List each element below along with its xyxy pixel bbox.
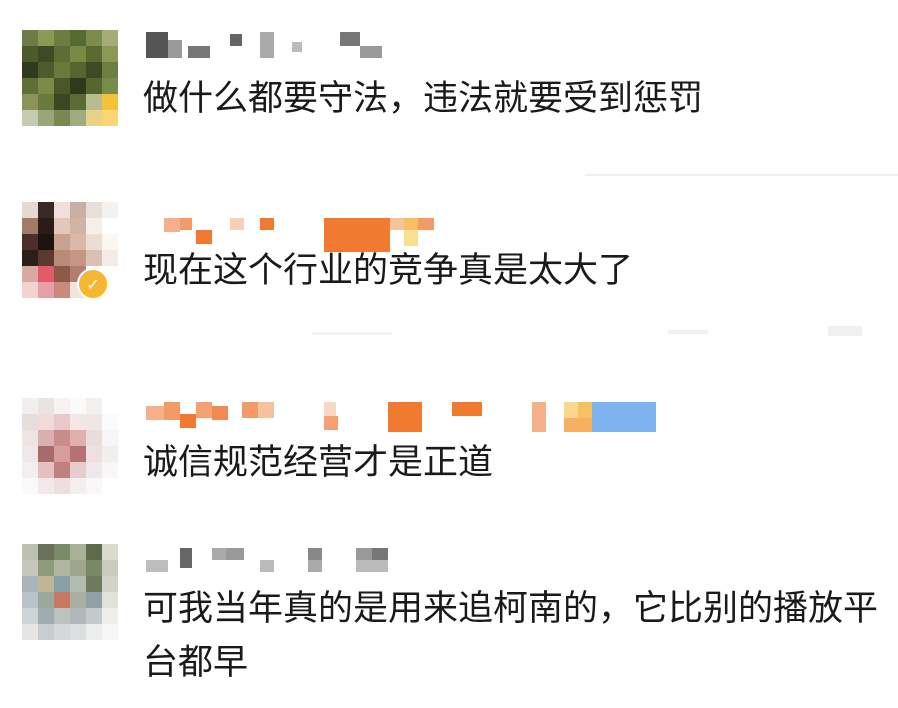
comment-text: 做什么都要守法，违法就要受到惩罚 [143,79,704,119]
divider [668,330,708,334]
avatar[interactable] [22,544,118,640]
verified-badge-icon: ✓ [77,268,109,300]
divider [312,332,392,335]
avatar[interactable] [22,398,118,494]
comment-text: 诚信规范经营才是正道 [143,443,494,483]
comment-text: 现在这个行业的竞争真是太大了 [143,251,634,291]
divider [585,174,898,176]
divider [828,326,862,336]
comment-text: 可我当年真的是用来追柯南的，它比别的播放平台都早 [143,589,879,683]
avatar[interactable] [22,30,118,126]
